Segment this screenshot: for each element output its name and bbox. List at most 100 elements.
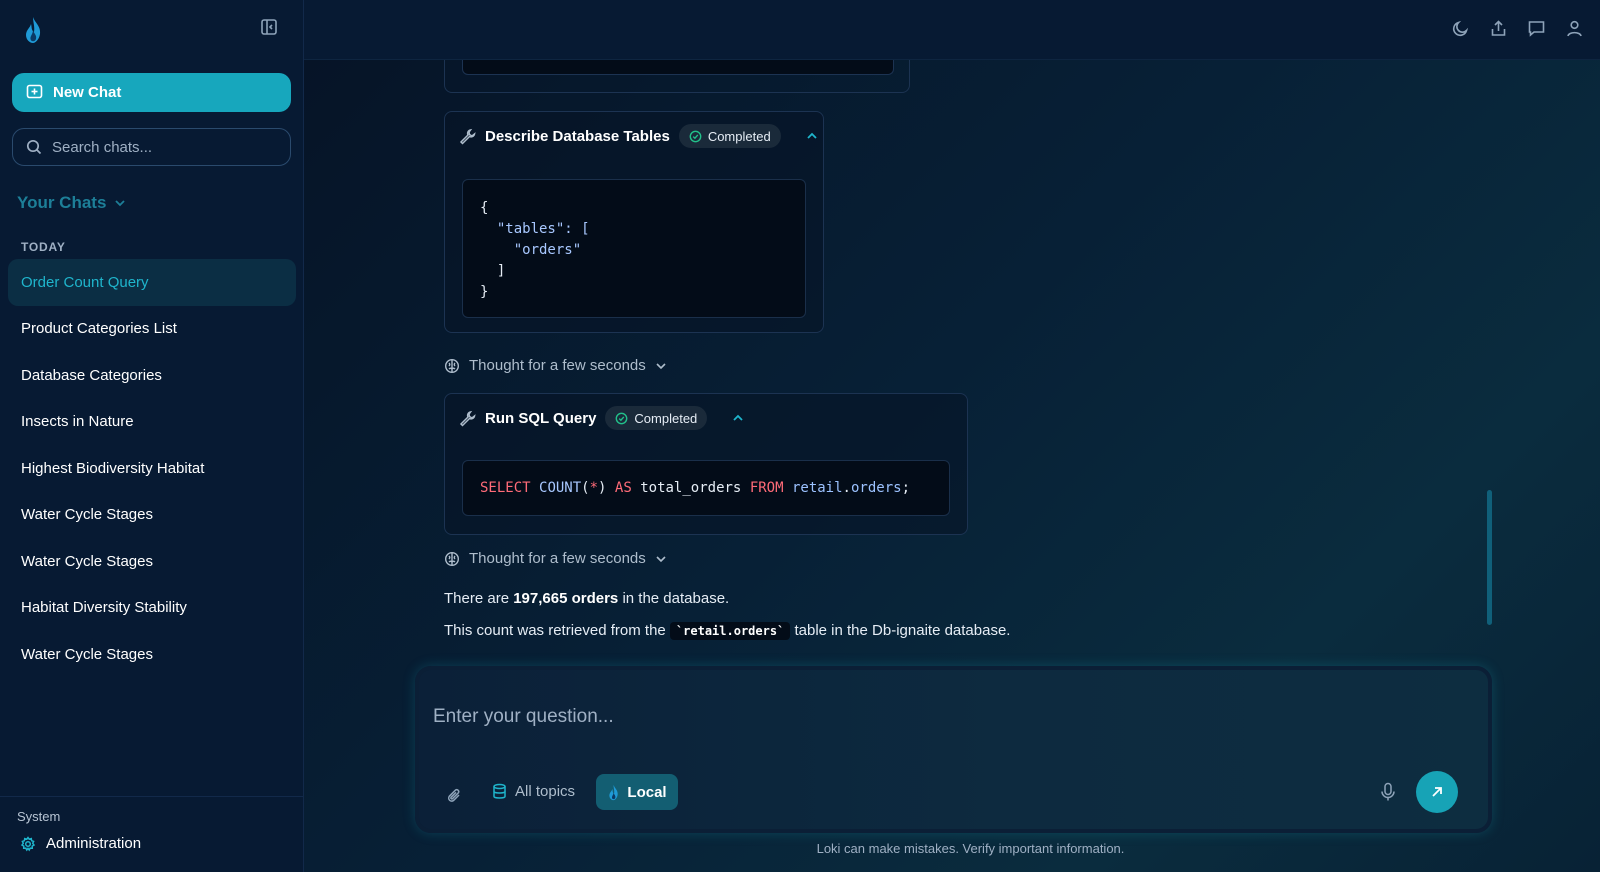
code-line: { <box>480 200 489 216</box>
tool-header: Run SQL Query Completed <box>459 406 744 430</box>
new-chat-label: New Chat <box>53 84 122 101</box>
status-badge: Completed <box>605 406 708 430</box>
sql-token: retail <box>791 480 843 496</box>
status-text: Completed <box>634 410 698 426</box>
chat-list: Order Count Query Product Categories Lis… <box>8 259 296 678</box>
your-chats-toggle[interactable]: Your Chats <box>17 193 126 213</box>
status-text: Completed <box>707 128 771 144</box>
status-badge: Completed <box>678 124 781 148</box>
disclaimer: Loki can make mistakes. Verify important… <box>816 841 1125 856</box>
sql-token: . <box>842 480 851 496</box>
mic-icon[interactable] <box>1379 782 1397 802</box>
inline-code: `retail.orders` <box>669 622 791 640</box>
sidebar-footer: System Administration <box>0 796 304 872</box>
chat-item[interactable]: Habitat Diversity Stability <box>8 585 296 632</box>
question-input[interactable] <box>433 706 1433 736</box>
user-icon[interactable] <box>1565 19 1584 38</box>
sql-query: SELECT COUNT(*) AS total_orders FROM ret… <box>480 480 910 496</box>
wrench-icon <box>459 410 476 427</box>
new-chat-icon <box>26 84 43 99</box>
chevron-up-icon <box>807 132 817 139</box>
chat-item[interactable]: Water Cycle Stages <box>8 538 296 585</box>
answer-text: in the database. <box>618 590 730 607</box>
chat-item[interactable]: Highest Biodiversity Habitat <box>8 445 296 492</box>
check-circle-icon <box>616 412 628 424</box>
previous-tool-card <box>444 60 910 93</box>
moon-icon[interactable] <box>1451 19 1470 38</box>
code-line: "orders" <box>480 242 582 258</box>
chat-area: Describe Database Tables Completed { "ta… <box>304 60 1600 872</box>
answer-line: There are 197,665 orders in the database… <box>444 590 729 607</box>
tool-title: Describe Database Tables <box>485 127 670 145</box>
section-label-today: TODAY <box>21 240 66 254</box>
administration-label: Administration <box>46 835 142 852</box>
sql-token: ( <box>581 480 590 496</box>
app-logo-icon[interactable] <box>22 16 44 44</box>
sql-token: ; <box>901 480 910 496</box>
sql-token: * <box>589 480 599 496</box>
chevron-down-icon <box>656 555 666 562</box>
your-chats-label: Your Chats <box>17 193 107 212</box>
json-output: { "tables": [ "orders" ]} <box>462 179 806 318</box>
new-chat-button[interactable]: New Chat <box>12 73 291 112</box>
tool-card-describe-tables: Describe Database Tables Completed { "ta… <box>444 111 824 333</box>
check-circle-icon <box>689 130 702 142</box>
paperclip-icon[interactable] <box>445 787 463 805</box>
sql-token: COUNT <box>539 480 582 496</box>
tool-card-run-sql: Run SQL Query Completed SELECT COUNT(*) … <box>444 393 968 535</box>
database-icon <box>493 783 506 799</box>
code-line: } <box>480 284 489 300</box>
local-model-button[interactable]: Local <box>596 774 678 810</box>
administration-link[interactable]: Administration <box>20 835 141 852</box>
system-label: System <box>17 809 61 824</box>
comment-icon[interactable] <box>1527 19 1546 38</box>
top-actions <box>1451 19 1584 38</box>
sql-code-block: SELECT COUNT(*) AS total_orders FROM ret… <box>462 460 950 516</box>
sql-token: orders <box>850 480 902 496</box>
thought-toggle[interactable]: Thought for a few seconds <box>444 550 667 567</box>
collapse-sidebar-icon[interactable] <box>260 18 278 36</box>
sql-token: total_orders <box>640 480 742 496</box>
tool-header: Describe Database Tables Completed <box>459 124 818 148</box>
answer-line: This count was retrieved from the `retai… <box>444 622 1011 640</box>
app-logo-icon <box>609 784 619 800</box>
scrollbar-thumb[interactable] <box>1487 490 1492 625</box>
chat-item[interactable]: Insects in Nature <box>8 399 296 446</box>
sidebar: New Chat Your Chats TODAY Order Count Qu… <box>0 0 304 872</box>
topics-selector[interactable]: All topics <box>492 783 575 800</box>
gear-icon <box>20 835 36 851</box>
chevron-up-icon <box>733 414 743 421</box>
chat-item[interactable]: Water Cycle Stages <box>8 631 296 678</box>
answer-highlight: 197,665 orders <box>513 590 619 607</box>
send-button[interactable] <box>1416 771 1458 813</box>
thought-label: Thought for a few seconds <box>469 357 646 374</box>
chevron-down-icon <box>656 362 666 369</box>
search-input[interactable] <box>52 138 272 156</box>
wrench-icon <box>459 128 476 145</box>
top-bar <box>304 0 1600 60</box>
search-icon <box>26 139 42 155</box>
answer-text: There are <box>444 590 514 607</box>
share-icon[interactable] <box>1489 19 1508 38</box>
chevron-down-icon <box>115 200 126 207</box>
chat-item[interactable]: Database Categories <box>8 352 296 399</box>
topics-label: All topics <box>515 783 576 800</box>
send-arrow-icon <box>1432 787 1442 797</box>
thought-toggle[interactable]: Thought for a few seconds <box>444 357 667 374</box>
code-line: "tables": [ <box>480 221 590 237</box>
chat-item[interactable]: Product Categories List <box>8 306 296 353</box>
collapse-tool-button[interactable] <box>732 412 744 424</box>
sql-token: AS <box>614 480 632 496</box>
chat-item[interactable]: Order Count Query <box>8 259 296 306</box>
sql-token: SELECT <box>480 480 531 496</box>
thought-label: Thought for a few seconds <box>469 550 646 567</box>
code-line: ] <box>480 263 506 279</box>
chat-item[interactable]: Water Cycle Stages <box>8 492 296 539</box>
search-box[interactable] <box>12 128 291 166</box>
answer-text: table in the Db-ignaite database. <box>790 622 1011 639</box>
collapse-tool-button[interactable] <box>806 130 818 142</box>
